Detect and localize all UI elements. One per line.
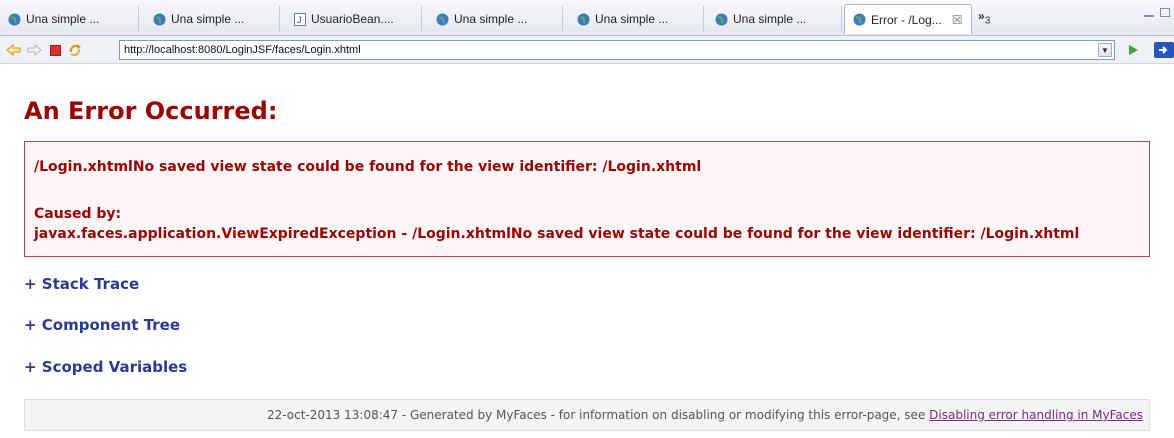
tab-una-simple-3[interactable]: Una simple ...	[428, 6, 563, 32]
globe-icon	[153, 13, 166, 26]
tab-usuariobean[interactable]: J UsuarioBean....	[286, 6, 422, 32]
globe-icon	[715, 13, 728, 26]
stop-button[interactable]	[47, 42, 63, 58]
back-button[interactable]	[5, 42, 21, 58]
globe-icon	[8, 13, 21, 26]
back-arrow-icon	[5, 44, 20, 56]
tab-una-simple-2[interactable]: Una simple ...	[145, 6, 280, 32]
tab-label: Una simple ...	[733, 12, 807, 26]
tab-label: Una simple ...	[171, 12, 245, 26]
svg-text:J: J	[297, 15, 302, 25]
tab-label: Una simple ...	[26, 12, 100, 26]
hidden-tab-count: 3	[984, 15, 991, 27]
minimize-icon[interactable]	[1144, 8, 1154, 17]
url-text: http://localhost:8080/LoginJSF/faces/Log…	[124, 44, 361, 56]
maximize-icon[interactable]	[1160, 8, 1170, 17]
tab-label: UsuarioBean....	[311, 12, 394, 26]
close-tab-icon[interactable]: ☒	[952, 13, 963, 27]
open-external-button[interactable]	[1154, 42, 1174, 58]
footer-text: 22-oct-2013 13:08:47 - Generated by MyFa…	[266, 408, 930, 422]
browser-toolbar: http://localhost:8080/LoginJSF/faces/Log…	[0, 36, 1174, 64]
forward-button[interactable]	[26, 42, 42, 58]
tab-una-simple-1[interactable]: Una simple ...	[0, 6, 139, 32]
component-tree-toggle[interactable]: + Component Tree	[24, 316, 180, 334]
forward-arrow-icon	[27, 44, 42, 56]
scoped-variables-toggle[interactable]: + Scoped Variables	[24, 358, 187, 376]
tab-overflow-button[interactable]: »3	[978, 9, 990, 26]
error-message-box: /Login.xhtmlNo saved view state could be…	[24, 141, 1150, 257]
address-bar[interactable]: http://localhost:8080/LoginJSF/faces/Log…	[119, 40, 1115, 60]
tab-error-login[interactable]: Error - /Log... ☒	[844, 4, 972, 34]
play-icon	[1128, 45, 1138, 55]
tab-label: Una simple ...	[454, 12, 528, 26]
globe-icon	[436, 13, 449, 26]
refresh-icon	[69, 44, 81, 57]
tab-label: Una simple ...	[595, 12, 669, 26]
chevron-double-right-icon: »	[978, 9, 985, 23]
tab-label: Error - /Log...	[871, 12, 942, 27]
page-footer: 22-oct-2013 13:08:47 - Generated by MyFa…	[24, 399, 1150, 431]
error-message: /Login.xhtmlNo saved view state could be…	[34, 159, 702, 175]
stop-icon	[49, 44, 61, 56]
disabling-error-handling-link[interactable]: Disabling error handling in MyFaces	[929, 408, 1143, 422]
tab-una-simple-4[interactable]: Una simple ...	[569, 6, 704, 32]
caused-by-message: javax.faces.application.ViewExpiredExcep…	[34, 226, 1080, 242]
globe-icon	[577, 13, 590, 26]
stack-trace-toggle[interactable]: + Stack Trace	[24, 275, 139, 293]
caused-by-label: Caused by:	[34, 206, 122, 222]
editor-tab-bar: Una simple ... Una simple ... J UsuarioB…	[0, 0, 1174, 36]
page-title: An Error Occurred:	[24, 97, 278, 125]
go-button[interactable]	[1125, 42, 1141, 58]
java-file-icon: J	[294, 12, 306, 26]
globe-icon	[853, 13, 866, 26]
external-browser-icon	[1154, 42, 1174, 58]
tab-una-simple-5[interactable]: Una simple ...	[707, 6, 842, 32]
refresh-button[interactable]	[67, 42, 83, 58]
chevron-down-icon[interactable]: ▼	[1098, 43, 1112, 57]
